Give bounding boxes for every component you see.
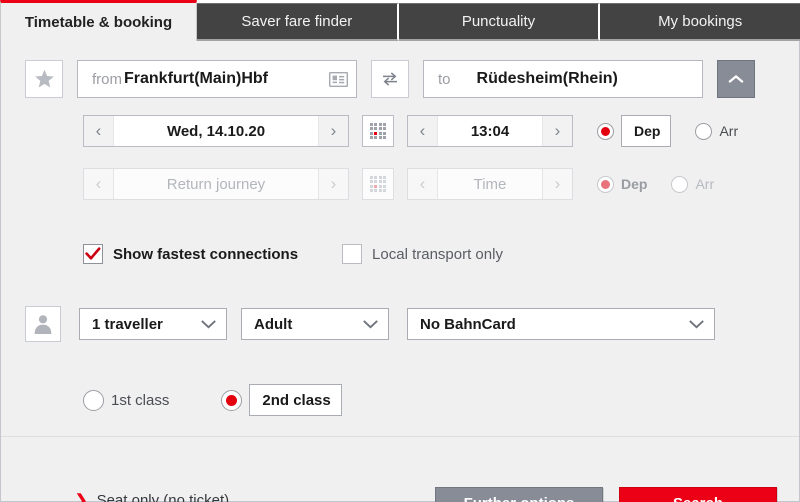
traveller-count-select[interactable]: 1 traveller bbox=[79, 308, 227, 340]
return-date-value: Return journey bbox=[166, 175, 266, 193]
outbound-datetime-row: ‹ Wed, 14.10.20 › ‹ 13:04 › Dep Arr bbox=[83, 115, 738, 147]
favourite-button[interactable] bbox=[25, 60, 63, 98]
from-label: from bbox=[92, 70, 122, 88]
outbound-time-value: 13:04 bbox=[470, 122, 510, 140]
outbound-arr-label: Arr bbox=[719, 123, 739, 139]
traveller-row: 1 traveller Adult No BahnCard bbox=[25, 306, 715, 342]
bahncard-select[interactable]: No BahnCard bbox=[407, 308, 715, 340]
from-value: Frankfurt(Main)Hbf bbox=[124, 70, 268, 87]
swap-arrows-icon bbox=[383, 72, 397, 86]
outbound-calendar-button[interactable] bbox=[362, 115, 394, 147]
outbound-arr-radio[interactable]: Arr bbox=[695, 122, 739, 140]
outbound-time-stepper[interactable]: ‹ 13:04 › bbox=[407, 115, 573, 147]
seat-only-label: Seat only (no ticket) bbox=[96, 491, 230, 502]
local-transport-label: Local transport only bbox=[372, 245, 503, 263]
outbound-time-prev[interactable]: ‹ bbox=[408, 116, 438, 146]
travel-class-row: 1st class 2nd class bbox=[83, 384, 342, 416]
radio-control[interactable] bbox=[221, 389, 243, 411]
outbound-time-next[interactable]: › bbox=[542, 116, 572, 146]
traveller-icon-button[interactable] bbox=[25, 306, 61, 342]
return-time-prev[interactable]: ‹ bbox=[408, 169, 438, 199]
return-datetime-row: ‹ Return journey › ‹ Time › Dep Arr bbox=[83, 168, 714, 200]
second-class-radio[interactable]: 2nd class bbox=[221, 384, 342, 416]
person-icon bbox=[34, 315, 52, 334]
to-field[interactable]: to Rüdesheim(Rhein) bbox=[423, 60, 703, 98]
check-icon bbox=[85, 247, 101, 260]
further-options-label: Further options bbox=[464, 495, 575, 502]
tab-timetable-booking[interactable]: Timetable & booking bbox=[0, 0, 197, 41]
return-date-prev[interactable]: ‹ bbox=[84, 169, 114, 199]
outbound-date-prev[interactable]: ‹ bbox=[84, 116, 114, 146]
tab-label: Timetable & booking bbox=[24, 13, 173, 31]
outbound-dep-label: Dep bbox=[621, 115, 672, 147]
to-value: Rüdesheim(Rhein) bbox=[476, 70, 618, 87]
return-date-stepper[interactable]: ‹ Return journey › bbox=[83, 168, 349, 200]
return-dep-label: Dep bbox=[621, 176, 648, 192]
tab-punctuality[interactable]: Punctuality bbox=[398, 3, 601, 41]
chevron-up-icon bbox=[728, 74, 744, 83]
return-dep-radio[interactable]: Dep bbox=[597, 175, 648, 193]
tab-bar: Timetable & booking Saver fare finder Pu… bbox=[0, 0, 800, 41]
search-button[interactable]: Search bbox=[619, 487, 777, 502]
return-calendar-button[interactable] bbox=[362, 168, 394, 200]
return-arr-radio[interactable]: Arr bbox=[671, 175, 715, 193]
calendar-icon bbox=[369, 175, 387, 193]
second-class-label: 2nd class bbox=[249, 384, 342, 416]
tab-label: My bookings bbox=[658, 13, 743, 30]
radio-control[interactable] bbox=[695, 122, 713, 140]
radio-control[interactable] bbox=[597, 175, 614, 193]
return-time-next[interactable]: › bbox=[542, 169, 572, 199]
chevron-right-icon: ❯ bbox=[75, 492, 88, 502]
further-options-button[interactable]: Further options bbox=[435, 487, 603, 502]
swap-stations-button[interactable] bbox=[371, 60, 409, 98]
to-label: to bbox=[438, 70, 451, 88]
tab-saver-fare-finder[interactable]: Saver fare finder bbox=[197, 3, 399, 41]
collapse-panel-button[interactable] bbox=[717, 60, 755, 98]
bahncard-value: No BahnCard bbox=[420, 315, 516, 333]
footer-divider bbox=[1, 436, 799, 437]
local-transport-only-checkbox[interactable]: Local transport only bbox=[342, 244, 503, 264]
return-time-value: Time bbox=[473, 175, 507, 193]
from-field[interactable]: from Frankfurt(Main)Hbf bbox=[77, 60, 357, 98]
booking-app: Timetable & booking Saver fare finder Pu… bbox=[0, 0, 800, 502]
address-book-icon[interactable] bbox=[329, 71, 348, 87]
traveller-type-value: Adult bbox=[254, 315, 293, 333]
return-date-next[interactable]: › bbox=[318, 169, 348, 199]
calendar-icon bbox=[369, 122, 387, 140]
radio-control[interactable] bbox=[671, 175, 689, 193]
outbound-date-stepper[interactable]: ‹ Wed, 14.10.20 › bbox=[83, 115, 349, 147]
outbound-date-value: Wed, 14.10.20 bbox=[166, 122, 266, 140]
location-row: from Frankfurt(Main)Hbf to Rüdesheim(Rhe… bbox=[25, 60, 755, 98]
chevron-down-icon bbox=[689, 319, 704, 328]
radio-control[interactable] bbox=[597, 122, 614, 140]
star-icon bbox=[34, 69, 54, 88]
checkbox-control[interactable] bbox=[83, 244, 103, 264]
show-fastest-label: Show fastest connections bbox=[113, 245, 299, 263]
tab-label: Saver fare finder bbox=[241, 13, 353, 30]
traveller-count-value: 1 traveller bbox=[92, 315, 163, 333]
return-arr-label: Arr bbox=[695, 176, 715, 192]
tab-label: Punctuality bbox=[461, 13, 536, 30]
outbound-dep-radio[interactable]: Dep bbox=[597, 115, 672, 147]
tab-my-bookings[interactable]: My bookings bbox=[600, 3, 800, 41]
radio-control[interactable] bbox=[83, 389, 104, 411]
checkbox-control[interactable] bbox=[342, 244, 363, 264]
options-row: Show fastest connections Local transport… bbox=[83, 244, 503, 264]
chevron-down-icon bbox=[363, 319, 378, 328]
traveller-type-select[interactable]: Adult bbox=[241, 308, 389, 340]
search-label: Search bbox=[673, 495, 723, 502]
outbound-date-next[interactable]: › bbox=[318, 116, 348, 146]
chevron-down-icon bbox=[201, 319, 216, 328]
first-class-radio[interactable]: 1st class bbox=[83, 389, 170, 411]
search-form-panel: from Frankfurt(Main)Hbf to Rüdesheim(Rhe… bbox=[0, 41, 800, 502]
first-class-label: 1st class bbox=[111, 391, 170, 409]
show-fastest-connections-checkbox[interactable]: Show fastest connections bbox=[83, 244, 298, 264]
return-time-stepper[interactable]: ‹ Time › bbox=[407, 168, 573, 200]
seat-only-link[interactable]: ❯ Seat only (no ticket) bbox=[75, 491, 229, 502]
